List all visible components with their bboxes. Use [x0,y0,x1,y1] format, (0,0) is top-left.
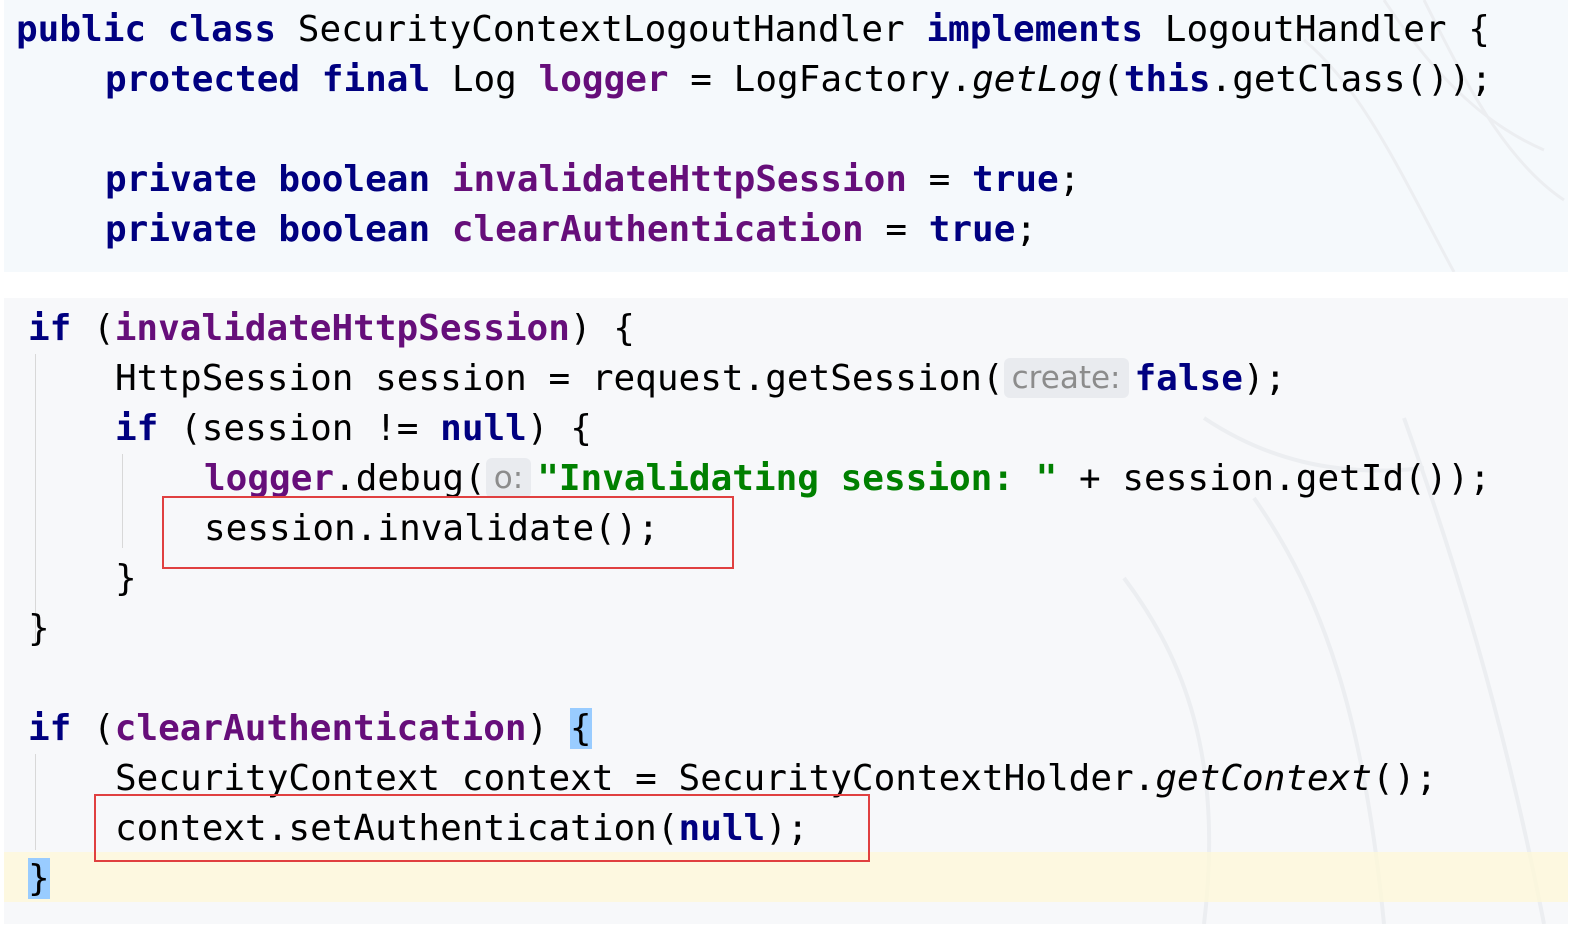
indent-guide [35,354,36,646]
keyword-class: class [167,9,277,50]
keyword-private: private [105,159,257,200]
indent-guide [35,754,36,850]
field-clear-authentication: clearAuthentication [451,209,864,250]
code-line-close-inner-if: } [115,554,137,604]
paren-open: ( [1102,59,1124,100]
keyword-if: if [28,708,72,749]
assign-op: = [690,59,712,100]
field-logger: logger [204,458,335,499]
assign-op: = [885,209,907,250]
keyword-if: if [115,408,159,449]
highlight-box-set-authentication [94,794,870,862]
keyword-private: private [105,209,257,250]
semicolon: ; [1015,209,1038,250]
code-line-get-session: HttpSession session = request.getSession… [115,354,1286,404]
field-clear-authentication: clearAuthentication [114,708,527,749]
matched-close-brace: } [28,858,50,899]
semicolon: ; [1058,159,1081,200]
method-getcontext: getContext [1155,758,1373,799]
session-compare: (session != [180,408,441,449]
code-screenshot: public class SecurityContextLogoutHandle… [0,0,1582,942]
code-line-close-outer-if: } [28,604,50,654]
statement-end: (); [1372,758,1438,799]
code-line-clear-auth-field: private boolean clearAuthentication = tr… [105,205,1037,255]
close-brace: } [115,558,137,599]
paren-close-brace: ) { [569,308,635,349]
field-logger: logger [538,59,669,100]
interface-name: LogoutHandler [1164,9,1447,50]
get-session-statement: HttpSession session = request.getSession… [115,358,1004,399]
editor-panel-logout-body: if (invalidateHttpSession) { HttpSession… [4,298,1568,924]
code-line-close-clear-auth: } [28,854,50,904]
code-line-if-clear-auth: if (clearAuthentication) { [28,704,592,754]
class-name: SecurityContextLogoutHandler [297,9,905,50]
get-id-concat: + session.getId()); [1057,458,1491,499]
debug-call: .debug( [334,458,486,499]
editor-panel-class-header: public class SecurityContextLogoutHandle… [4,0,1568,272]
code-line-if-invalidate: if (invalidateHttpSession) { [28,304,635,354]
keyword-true: true [928,209,1016,250]
paren-close: ) [526,708,570,749]
indent-guide [122,454,123,548]
close-brace: } [28,608,50,649]
logfactory-ref: LogFactory. [733,59,973,100]
keyword-false: false [1134,358,1243,399]
paren-close-brace: ) { [526,408,592,449]
security-context-assign: SecurityContext context = SecurityContex… [115,758,1156,799]
highlight-box-session-invalidate [162,496,734,569]
method-getlog: getLog [972,59,1103,100]
field-invalidate-http-session: invalidateHttpSession [451,159,907,200]
open-brace: { [1468,9,1490,50]
paren-open: ( [93,308,115,349]
parameter-hint-create: create: [1003,358,1129,398]
field-invalidate-http-session: invalidateHttpSession [114,308,570,349]
statement-end: ); [1242,358,1287,399]
paren-open: ( [93,708,115,749]
keyword-null: null [440,408,527,449]
keyword-boolean: boolean [278,209,431,250]
keyword-true: true [972,159,1059,200]
code-line-logger-field: protected final Log logger = LogFactory.… [105,55,1492,105]
keyword-if: if [28,308,72,349]
code-line-if-session-not-null: if (session != null) { [115,404,592,454]
type-log: Log [451,59,517,100]
code-line-invalidate-field: private boolean invalidateHttpSession = … [105,155,1080,205]
keyword-implements: implements [926,9,1144,50]
keyword-public: public [16,9,147,50]
keyword-protected: protected [105,59,301,100]
parameter-hint-o: o: [485,458,532,498]
keyword-final: final [321,59,431,100]
code-line-class-declaration: public class SecurityContextLogoutHandle… [16,5,1490,55]
keyword-this: this [1123,59,1211,100]
getclass-call: .getClass()); [1210,59,1493,100]
matched-open-brace: { [569,708,592,749]
string-literal-invalidating: "Invalidating session: " [537,458,1058,499]
assign-op: = [928,159,951,200]
keyword-boolean: boolean [278,159,431,200]
